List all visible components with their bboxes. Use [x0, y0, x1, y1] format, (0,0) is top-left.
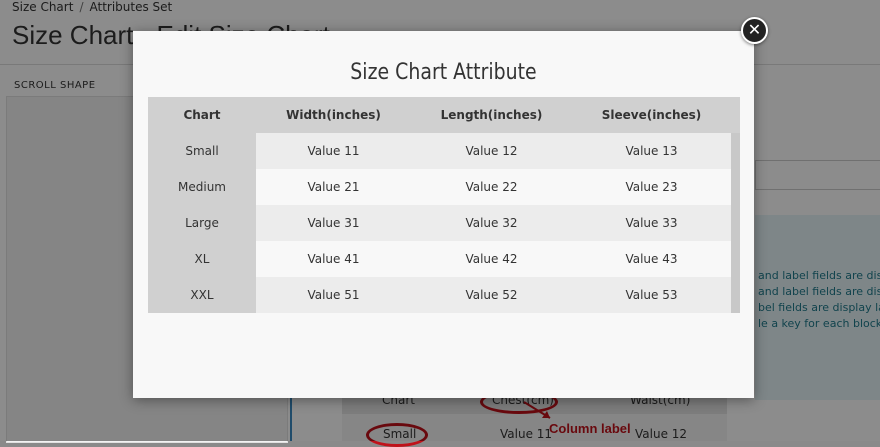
table-row: Large Value 31 Value 32 Value 33 — [148, 205, 731, 241]
table-cell: Value 31 — [256, 205, 411, 241]
size-chart-table: Chart Width(inches) Length(inches) Sleev… — [148, 97, 731, 313]
table-cell: Value 11 — [256, 133, 411, 169]
table-cell: Value 53 — [572, 277, 731, 313]
close-icon[interactable]: ✕ — [741, 17, 768, 44]
table-row: Medium Value 21 Value 22 Value 23 — [148, 169, 731, 205]
column-header-length: Length(inches) — [411, 97, 572, 133]
row-label: XXL — [148, 277, 256, 313]
size-chart-table-container: Chart Width(inches) Length(inches) Sleev… — [148, 97, 740, 313]
table-row: XL Value 41 Value 42 Value 43 — [148, 241, 731, 277]
table-cell: Value 43 — [572, 241, 731, 277]
table-cell: Value 52 — [411, 277, 572, 313]
table-cell: Value 41 — [256, 241, 411, 277]
modal-title: Size Chart Attribute — [350, 60, 537, 85]
row-label: Small — [148, 133, 256, 169]
table-cell: Value 42 — [411, 241, 572, 277]
table-cell: Value 13 — [572, 133, 731, 169]
table-cell: Value 51 — [256, 277, 411, 313]
table-cell: Value 33 — [572, 205, 731, 241]
row-label: Large — [148, 205, 256, 241]
table-row: Small Value 11 Value 12 Value 13 — [148, 133, 731, 169]
table-cell: Value 12 — [411, 133, 572, 169]
table-row: XXL Value 51 Value 52 Value 53 — [148, 277, 731, 313]
column-header-sleeve: Sleeve(inches) — [572, 97, 731, 133]
table-cell: Value 21 — [256, 169, 411, 205]
column-header-chart: Chart — [148, 97, 256, 133]
row-label: XL — [148, 241, 256, 277]
table-cell: Value 23 — [572, 169, 731, 205]
table-cell: Value 22 — [411, 169, 572, 205]
row-label: Medium — [148, 169, 256, 205]
table-cell: Value 32 — [411, 205, 572, 241]
table-header-row: Chart Width(inches) Length(inches) Sleev… — [148, 97, 731, 133]
column-header-width: Width(inches) — [256, 97, 411, 133]
table-scrollbar[interactable] — [731, 133, 740, 313]
